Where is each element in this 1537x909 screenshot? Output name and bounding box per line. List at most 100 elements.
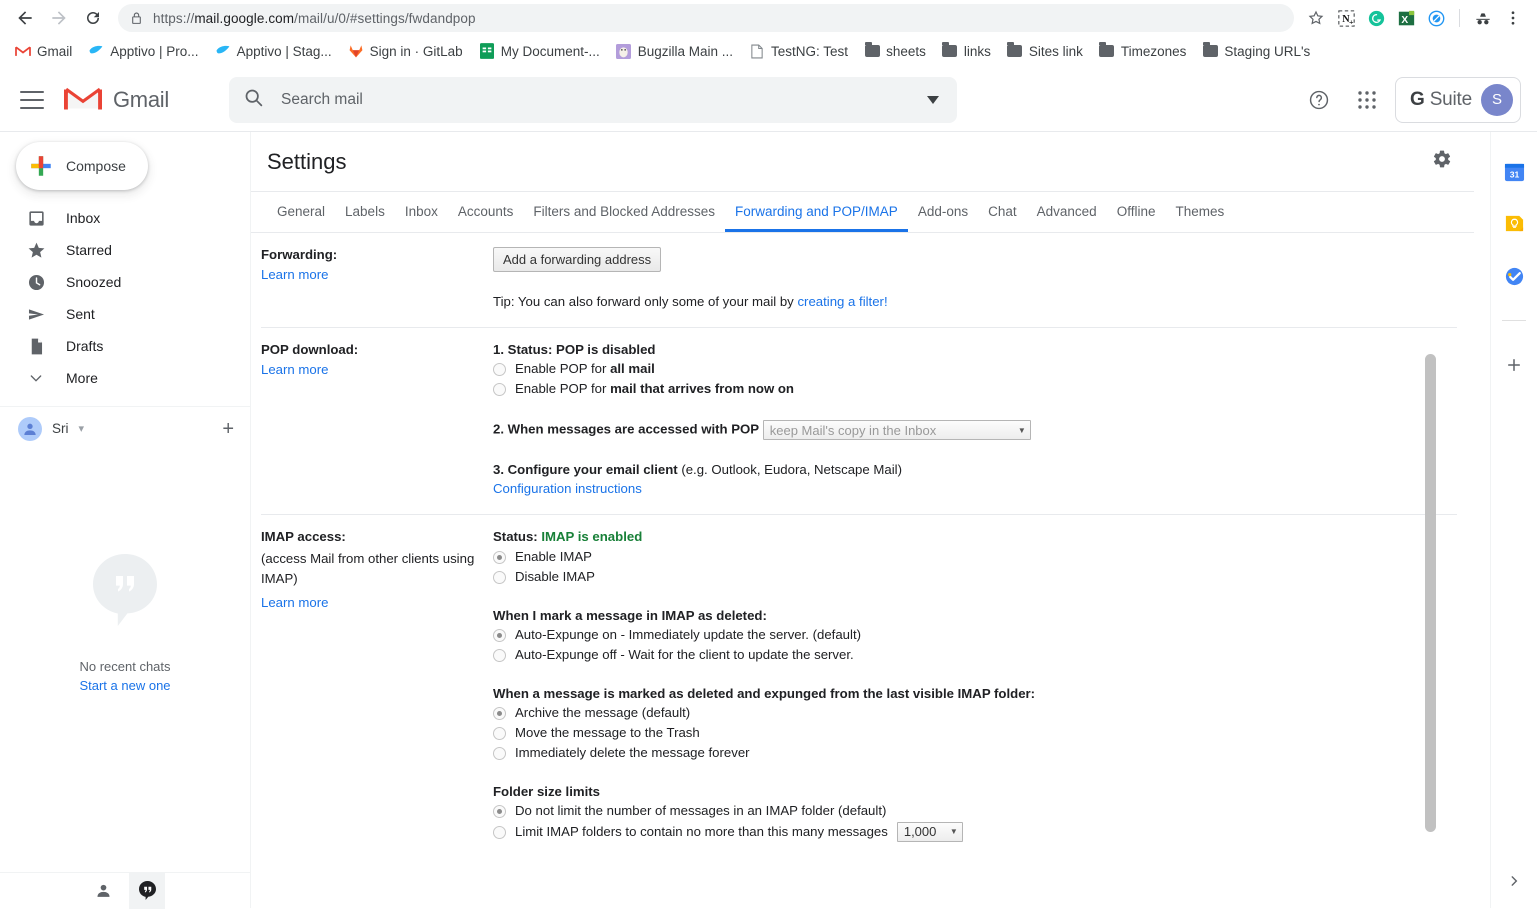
notion-extension-icon[interactable]: N + bbox=[1332, 4, 1360, 32]
tab-general[interactable]: General bbox=[267, 204, 335, 233]
pop-enable-all-mail-row[interactable]: Enable POP for all mail bbox=[493, 360, 1457, 378]
tab-inbox[interactable]: Inbox bbox=[395, 204, 448, 233]
imap-expunged-delete-radio[interactable] bbox=[493, 746, 506, 760]
imap-enable-row[interactable]: Enable IMAP bbox=[493, 548, 1457, 566]
sidebar-item-drafts[interactable]: Drafts bbox=[0, 330, 236, 362]
search-input[interactable] bbox=[279, 89, 923, 110]
imap-expunged-trash-radio[interactable] bbox=[493, 726, 506, 740]
person-icon[interactable] bbox=[85, 873, 121, 909]
imap-no-limit-row[interactable]: Do not limit the number of messages in a… bbox=[493, 802, 1457, 820]
content-scrollbar-thumb[interactable] bbox=[1425, 354, 1436, 832]
bookmark-apptivo-pro[interactable]: Apptivo | Pro... bbox=[81, 40, 205, 62]
bookmark-gmail[interactable]: Gmail bbox=[8, 40, 79, 62]
pop-label: POP download: bbox=[261, 342, 359, 357]
creating-a-filter-link[interactable]: creating a filter! bbox=[797, 294, 887, 309]
pop-learn-more-link[interactable]: Learn more bbox=[261, 362, 493, 377]
grammarly-extension-icon[interactable] bbox=[1362, 4, 1390, 32]
gear-icon[interactable] bbox=[1432, 149, 1452, 174]
tab-offline[interactable]: Offline bbox=[1107, 204, 1166, 233]
chevron-down-icon[interactable] bbox=[923, 90, 943, 110]
bookmark-my-document[interactable]: My Document-... bbox=[472, 40, 607, 62]
imap-expunge-off-label: Auto-Expunge off - Wait for the client t… bbox=[515, 647, 854, 662]
pop-enable-all-mail-label: Enable POP for all mail bbox=[515, 361, 655, 376]
forward-button[interactable] bbox=[44, 3, 74, 33]
bookmark-folder-timezones[interactable]: Timezones bbox=[1092, 40, 1194, 62]
forwarding-learn-more-link[interactable]: Learn more bbox=[261, 267, 493, 282]
sidebar-item-starred[interactable]: Starred bbox=[0, 234, 236, 266]
bookmark-testng[interactable]: TestNG: Test bbox=[742, 40, 855, 62]
gmail-logo[interactable]: Gmail bbox=[64, 85, 212, 114]
gsuite-account-button[interactable]: G Suite S bbox=[1395, 76, 1521, 123]
imap-learn-more-link[interactable]: Learn more bbox=[261, 595, 493, 610]
bookmark-folder-staging-urls[interactable]: Staging URL's bbox=[1195, 40, 1317, 62]
pop-enable-new-mail-radio[interactable] bbox=[493, 382, 506, 396]
compose-button[interactable]: Compose bbox=[16, 142, 148, 190]
bookmark-folder-links[interactable]: links bbox=[935, 40, 998, 62]
sidebar-item-label: Drafts bbox=[66, 338, 104, 354]
imap-expunged-archive-radio[interactable] bbox=[493, 706, 506, 720]
bookmark-folder-sites-link[interactable]: Sites link bbox=[1000, 40, 1090, 62]
imap-expunge-off-radio[interactable] bbox=[493, 648, 506, 662]
tab-themes[interactable]: Themes bbox=[1165, 204, 1234, 233]
imap-expunged-delete-row[interactable]: Immediately delete the message forever bbox=[493, 744, 1457, 762]
start-new-chat-link[interactable]: Start a new one bbox=[79, 678, 170, 693]
sidebar-item-inbox[interactable]: Inbox bbox=[0, 202, 236, 234]
address-bar[interactable]: https://mail.google.com/mail/u/0/#settin… bbox=[118, 4, 1294, 32]
imap-expunged-archive-row[interactable]: Archive the message (default) bbox=[493, 704, 1457, 722]
google-apps-grid-icon[interactable] bbox=[1347, 80, 1387, 120]
search-bar[interactable] bbox=[229, 76, 957, 123]
imap-expunge-on-radio[interactable] bbox=[493, 628, 506, 642]
avatar[interactable]: S bbox=[1481, 83, 1513, 116]
imap-no-limit-radio[interactable] bbox=[493, 804, 506, 818]
hamburger-menu-icon[interactable] bbox=[20, 90, 44, 109]
plus-icon[interactable]: + bbox=[222, 419, 234, 439]
bookmark-bugzilla[interactable]: Bugzilla Main ... bbox=[609, 40, 740, 62]
star-icon[interactable] bbox=[1302, 4, 1330, 32]
tab-advanced[interactable]: Advanced bbox=[1027, 204, 1107, 233]
hangouts-user-row[interactable]: Sri ▾ + bbox=[0, 406, 250, 450]
imap-expunge-on-row[interactable]: Auto-Expunge on - Immediately update the… bbox=[493, 626, 1457, 644]
help-icon[interactable] bbox=[1299, 80, 1339, 120]
colorzilla-extension-icon[interactable] bbox=[1422, 4, 1450, 32]
imap-enable-radio[interactable] bbox=[493, 550, 506, 564]
configuration-instructions-link[interactable]: Configuration instructions bbox=[493, 481, 642, 496]
bookmark-gitlab[interactable]: Sign in · GitLab bbox=[341, 40, 470, 62]
google-keep-icon[interactable] bbox=[1502, 212, 1526, 236]
imap-limit-radio[interactable] bbox=[493, 825, 506, 839]
folder-icon bbox=[1202, 42, 1218, 59]
tab-forwarding-and-pop-imap[interactable]: Forwarding and POP/IMAP bbox=[724, 204, 908, 232]
pop-enable-new-mail-row[interactable]: Enable POP for mail that arrives from no… bbox=[493, 380, 1457, 398]
google-calendar-icon[interactable]: 31 bbox=[1502, 160, 1526, 184]
imap-disable-radio[interactable] bbox=[493, 570, 506, 584]
tab-chat[interactable]: Chat bbox=[978, 204, 1027, 233]
plus-icon[interactable] bbox=[1502, 353, 1526, 377]
imap-disable-row[interactable]: Disable IMAP bbox=[493, 568, 1457, 586]
bookmark-folder-sheets[interactable]: sheets bbox=[857, 40, 933, 62]
reload-button[interactable] bbox=[78, 3, 108, 33]
add-forwarding-address-button[interactable]: Add a forwarding address bbox=[493, 247, 662, 272]
sidebar-item-more[interactable]: More bbox=[0, 362, 236, 394]
sidebar-item-snoozed[interactable]: Snoozed bbox=[0, 266, 236, 298]
tab-filters-and-blocked-addresses[interactable]: Filters and Blocked Addresses bbox=[523, 204, 725, 233]
back-button[interactable] bbox=[10, 3, 40, 33]
imap-folder-limit-select[interactable]: 1,000 ▼ bbox=[896, 822, 963, 842]
chevron-right-icon[interactable] bbox=[1507, 874, 1521, 892]
kebab-menu-icon[interactable] bbox=[1499, 4, 1527, 32]
imap-expunged-trash-row[interactable]: Move the message to the Trash bbox=[493, 724, 1457, 742]
tab-accounts[interactable]: Accounts bbox=[448, 204, 524, 233]
hangouts-icon[interactable] bbox=[129, 872, 165, 909]
content-scrollbar[interactable] bbox=[1425, 354, 1436, 832]
incognito-icon[interactable] bbox=[1469, 4, 1497, 32]
imap-expunge-off-row[interactable]: Auto-Expunge off - Wait for the client t… bbox=[493, 646, 1457, 664]
google-tasks-icon[interactable] bbox=[1502, 264, 1526, 288]
folder-icon bbox=[864, 42, 880, 59]
pop-enable-all-mail-radio[interactable] bbox=[493, 362, 506, 376]
excel-extension-icon[interactable]: X bbox=[1392, 4, 1420, 32]
bookmark-apptivo-stag[interactable]: Apptivo | Stag... bbox=[208, 40, 339, 62]
tab-labels[interactable]: Labels bbox=[335, 204, 395, 233]
tab-add-ons[interactable]: Add-ons bbox=[908, 204, 978, 233]
imap-limit-row[interactable]: Limit IMAP folders to contain no more th… bbox=[493, 822, 1457, 842]
pop-access-action-select[interactable]: keep Mail's copy in the Inbox ▼ bbox=[762, 420, 1031, 440]
sidebar-item-sent[interactable]: Sent bbox=[0, 298, 236, 330]
chevron-down-icon[interactable]: ▾ bbox=[79, 422, 85, 435]
